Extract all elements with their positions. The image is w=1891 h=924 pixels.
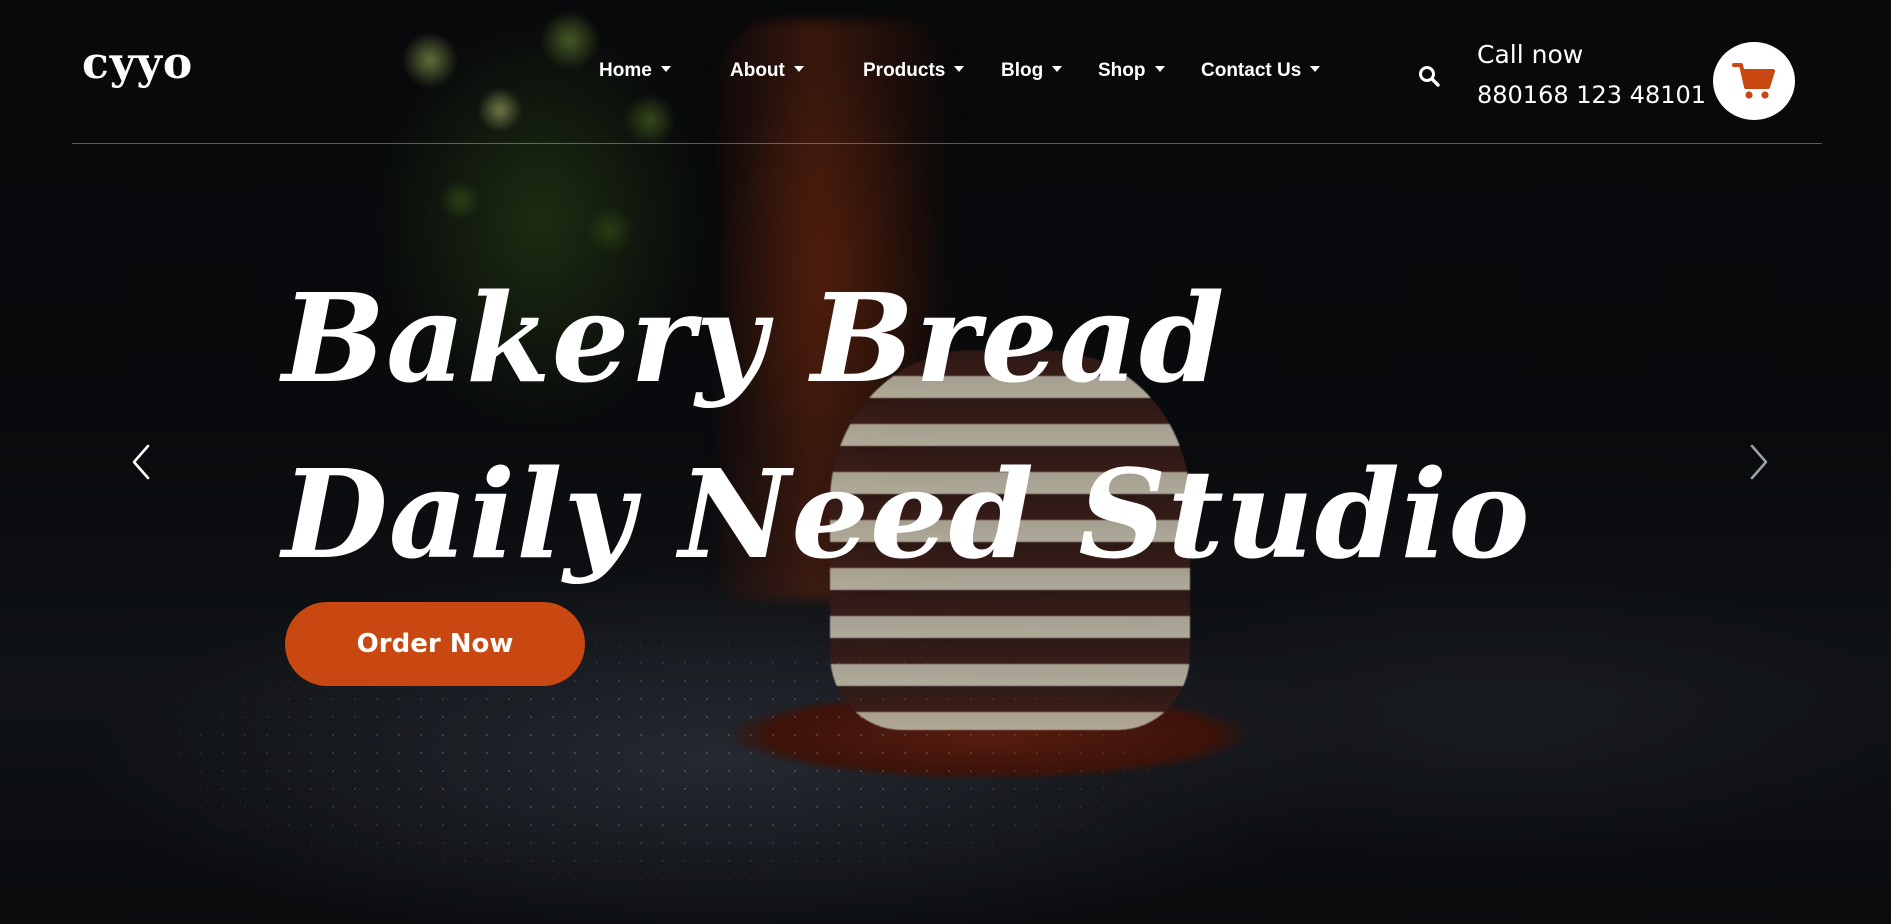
caret-down-icon xyxy=(1310,66,1321,72)
phone-number[interactable]: 880168 123 48101 xyxy=(1477,81,1706,109)
nav-item-shop[interactable]: Shop xyxy=(1098,60,1165,82)
nav-item-home[interactable]: Home xyxy=(599,60,671,82)
hero-slider: cyyo Home About Products Blog Shop Conta… xyxy=(0,0,1891,924)
site-logo[interactable]: cyyo xyxy=(82,38,193,89)
nav-item-label: Contact Us xyxy=(1201,60,1302,81)
caret-down-icon xyxy=(793,66,804,72)
header-divider xyxy=(72,143,1822,144)
slider-prev-button[interactable] xyxy=(122,440,162,484)
cart-button[interactable] xyxy=(1713,42,1795,120)
nav-item-label: Blog xyxy=(1001,60,1044,81)
hero-headline: Bakery Bread Daily Need Studio xyxy=(282,250,1531,602)
chevron-right-icon xyxy=(1750,444,1768,480)
caret-down-icon xyxy=(954,66,965,72)
nav-item-blog[interactable]: Blog xyxy=(1001,60,1063,82)
caret-down-icon xyxy=(660,66,671,72)
nav-item-label: Shop xyxy=(1098,60,1146,81)
nav-item-products[interactable]: Products xyxy=(863,60,965,82)
nav-item-about[interactable]: About xyxy=(730,60,804,82)
hero-headline-line-1: Bakery Bread xyxy=(282,266,1226,410)
hero-headline-line-2: Daily Need Studio xyxy=(282,442,1531,586)
call-now-label: Call now xyxy=(1477,40,1584,69)
order-now-button[interactable]: Order Now xyxy=(285,602,585,686)
nav-item-label: Products xyxy=(863,60,946,81)
nav-item-label: Home xyxy=(599,60,652,81)
caret-down-icon xyxy=(1052,66,1063,72)
caret-down-icon xyxy=(1154,66,1165,72)
chevron-left-icon xyxy=(132,444,150,480)
slider-next-button[interactable] xyxy=(1738,440,1778,484)
search-icon[interactable] xyxy=(1417,64,1441,88)
nav-item-contact-us[interactable]: Contact Us xyxy=(1201,60,1321,82)
shopping-cart-icon xyxy=(1732,63,1775,99)
nav-item-label: About xyxy=(730,60,785,81)
